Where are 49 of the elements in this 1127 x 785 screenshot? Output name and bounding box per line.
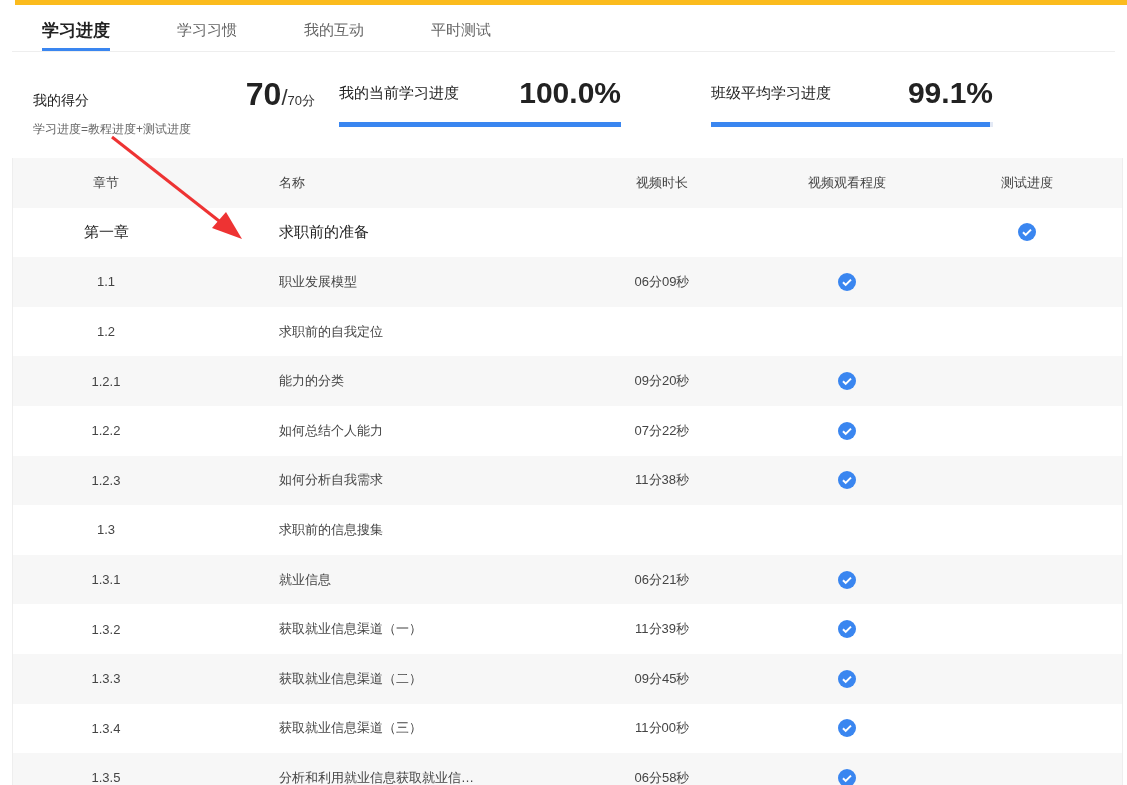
- progress-label: 班级平均学习进度: [711, 83, 831, 103]
- table-cell-text: 求职前的信息搜集: [278, 520, 384, 539]
- column-header: 视频观看程度: [807, 173, 887, 192]
- table-cell: 07分22秒: [634, 421, 690, 440]
- table-cell-text: 1.2.2: [90, 423, 122, 439]
- table-cell-text: 如何分析自我需求: [278, 471, 384, 490]
- table-cell-text: 分析和利用就业信息获取就业信…: [278, 768, 475, 785]
- table-cell-text: 1.2.1: [90, 373, 122, 389]
- tab[interactable]: 学习习惯: [177, 5, 237, 51]
- progress-value: 100.0%: [519, 76, 621, 110]
- progress-value: 99.1%: [907, 76, 993, 110]
- table-cell-text: 第一章: [82, 222, 130, 242]
- table-cell: 06分58秒: [634, 768, 690, 785]
- table-cell-text: 1.3.5: [90, 770, 122, 785]
- table-cell-text: 获取就业信息渠道（二）: [278, 669, 423, 688]
- table-cell-text: 1.3.3: [90, 671, 122, 687]
- table-cell-text: 1.2.3: [90, 472, 122, 488]
- score-formula: 学习进度=教程进度+测试进度: [33, 121, 192, 138]
- table-cell-text: 1.3.2: [90, 621, 122, 637]
- table-cell: 06分21秒: [634, 570, 690, 589]
- table-cell-text: 求职前的自我定位: [278, 322, 384, 341]
- table-cell-text: 1.1: [95, 274, 117, 290]
- table-cell: 06分09秒: [634, 273, 690, 291]
- table-cell-text: 1.2: [95, 324, 117, 340]
- table-cell-text: 职业发展模型: [278, 273, 358, 291]
- tab[interactable]: 学习进度: [42, 5, 110, 51]
- table-cell: 09分45秒: [634, 669, 690, 688]
- column-header: 名称: [278, 173, 306, 192]
- progress-label: 我的当前学习进度: [339, 83, 459, 103]
- table-cell-text: 获取就业信息渠道（一）: [278, 620, 423, 639]
- tab[interactable]: 平时测试: [431, 5, 491, 51]
- table-cell-text: 获取就业信息渠道（三）: [278, 719, 423, 738]
- table-cell-text: 1.3.1: [90, 572, 122, 588]
- table-cell-text: 如何总结个人能力: [278, 421, 384, 440]
- table-cell-text: 1.3.4: [90, 720, 122, 736]
- table-cell: 11分00秒: [635, 719, 689, 738]
- column-header: 视频时长: [635, 173, 689, 192]
- column-header: 章节: [92, 173, 120, 192]
- table-cell: 11分38秒: [635, 471, 689, 490]
- table-cell: 09分20秒: [634, 372, 690, 391]
- table-cell-text: 能力的分类: [278, 372, 345, 391]
- score-value: 70/70分: [245, 76, 315, 113]
- table-cell-text: 求职前的准备: [278, 222, 370, 242]
- column-header: 测试进度: [1000, 173, 1054, 192]
- table-cell-text: 1.3: [95, 522, 117, 538]
- tab[interactable]: 我的互动: [304, 5, 364, 51]
- table-cell-text: 就业信息: [278, 570, 332, 589]
- score-label: 我的得分: [33, 92, 89, 110]
- table-cell: 11分39秒: [635, 620, 689, 639]
